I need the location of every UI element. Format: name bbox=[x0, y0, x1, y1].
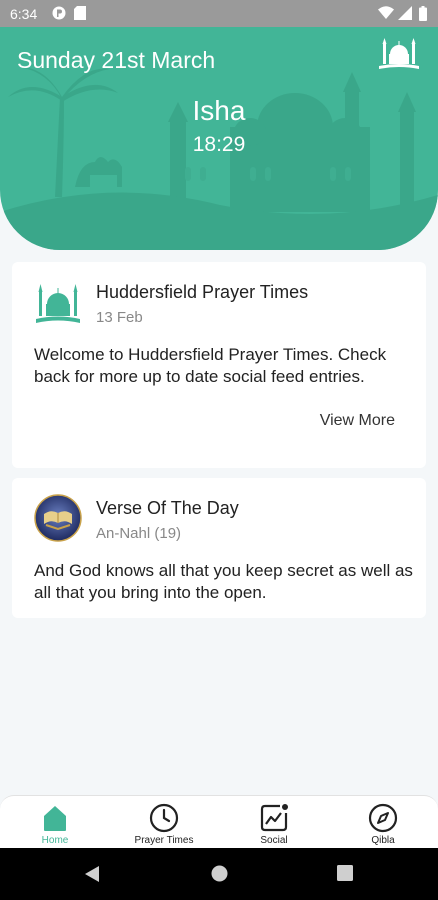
prayer-header: Sunday 21st March Isha 18:29 bbox=[0, 27, 438, 250]
current-date: Sunday 21st March bbox=[17, 47, 216, 73]
signal-icon bbox=[398, 6, 412, 23]
verse-of-the-day-card: Verse Of The Day An-Nahl (19) And God kn… bbox=[12, 478, 426, 618]
status-time: 6:34 bbox=[10, 6, 38, 22]
quran-book-icon bbox=[34, 494, 82, 542]
compass-icon bbox=[368, 803, 398, 833]
bottom-navigation: Home Prayer Times Social Qibla bbox=[0, 795, 438, 848]
mosque-logo-icon bbox=[379, 38, 419, 69]
nav-item-qibla[interactable]: Qibla bbox=[338, 802, 428, 846]
battery-icon bbox=[419, 6, 427, 24]
recent-apps-icon[interactable] bbox=[337, 865, 353, 886]
current-prayer-time: 18:29 bbox=[192, 133, 246, 156]
social-feed-card[interactable]: Huddersfield Prayer Times 13 Feb Welcome… bbox=[12, 262, 426, 468]
verse-text: And God knows all that you keep secret a… bbox=[34, 561, 413, 602]
nav-item-home[interactable]: Home bbox=[10, 802, 100, 846]
current-prayer-name: Isha bbox=[192, 95, 246, 126]
app-notification-icon bbox=[52, 6, 66, 23]
sd-card-icon bbox=[74, 6, 86, 23]
nav-label-home: Home bbox=[41, 835, 69, 846]
back-icon[interactable] bbox=[84, 865, 100, 888]
mosque-logo-icon bbox=[36, 284, 80, 323]
feed-date: 13 Feb bbox=[96, 309, 143, 326]
feed-body: Welcome to Huddersfield Prayer Times. Ch… bbox=[34, 345, 387, 386]
home-button-icon[interactable] bbox=[211, 865, 228, 887]
verse-reference: An-Nahl (19) bbox=[96, 525, 182, 542]
wifi-icon bbox=[378, 6, 394, 23]
feed-title: Huddersfield Prayer Times bbox=[96, 282, 309, 302]
system-navigation-bar bbox=[0, 848, 438, 900]
nav-label-prayer-times: Prayer Times bbox=[134, 835, 194, 846]
status-bar: 6:34 bbox=[0, 0, 438, 27]
view-more-button[interactable]: View More bbox=[320, 412, 395, 430]
nav-item-prayer-times[interactable]: Prayer Times bbox=[119, 802, 209, 846]
nav-label-qibla: Qibla bbox=[371, 835, 395, 846]
nav-label-social: Social bbox=[260, 835, 288, 846]
verse-title: Verse Of The Day bbox=[96, 498, 239, 518]
nav-item-social[interactable]: Social bbox=[229, 802, 319, 846]
clock-icon bbox=[149, 803, 179, 833]
social-icon bbox=[260, 804, 288, 832]
home-icon bbox=[44, 806, 66, 831]
